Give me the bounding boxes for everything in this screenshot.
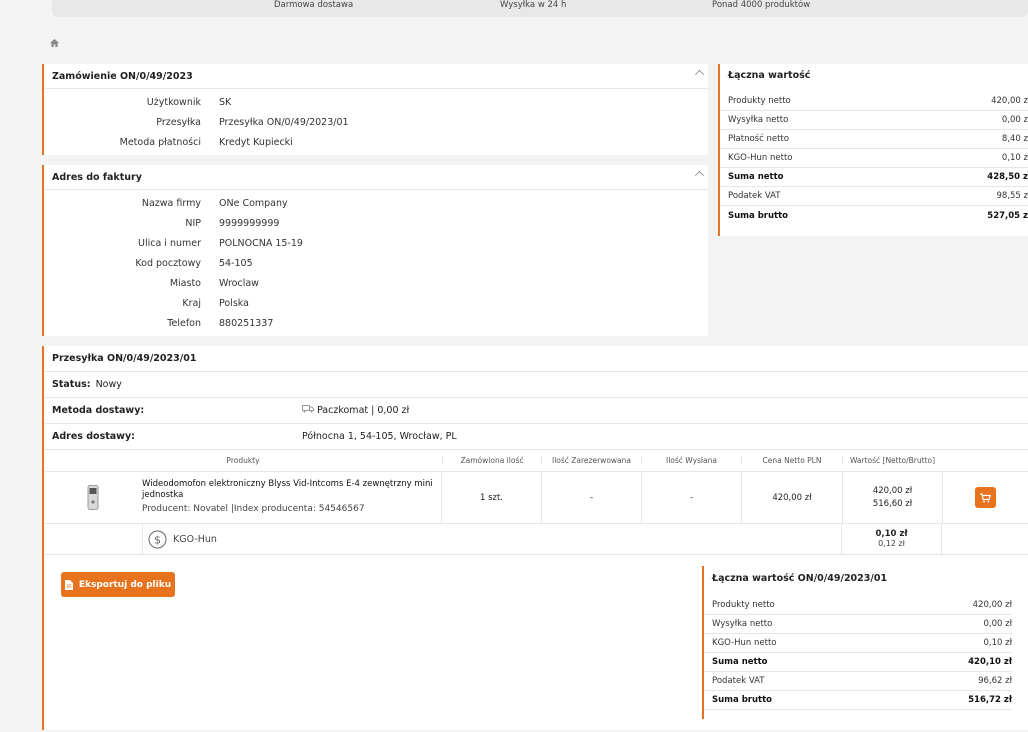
shipment-total-row-net-sum: Suma netto 420,10 zł xyxy=(704,653,1012,672)
fee-name: KGO-Hun xyxy=(173,533,217,545)
total-row: Produkty netto 420,00 z xyxy=(720,92,1028,111)
shipment-method-row: Metoda dostawy: Paczkomat | 0,00 zł xyxy=(44,398,1028,424)
product-reserved: - xyxy=(541,472,641,523)
invoice-row-country: Kraj Polska xyxy=(182,297,249,309)
export-to-file-button[interactable]: Eksportuj do pliku xyxy=(61,572,175,597)
fee-gross-value: 0,12 zł xyxy=(878,539,905,548)
col-shipped: Ilość Wysłana xyxy=(641,456,741,465)
export-label: Eksportuj do pliku xyxy=(78,579,172,590)
topbar-shipping-24h: Wysyłka w 24 h xyxy=(500,0,567,10)
col-price: Cena Netto PLN xyxy=(741,456,842,465)
chevron-up-icon[interactable] xyxy=(695,171,704,180)
invoice-row-phone: Telefon 880251337 xyxy=(167,317,274,329)
total-row: KGO-Hun netto 0,10 z xyxy=(720,149,1028,168)
svg-text:$: $ xyxy=(154,533,161,546)
invoice-panel: Adres do faktury Nazwa firmy ONe Company … xyxy=(42,165,708,336)
dollar-coin-icon: $ xyxy=(148,530,167,549)
shipment-total-row: Wysyłka netto 0,00 zł xyxy=(704,615,1012,634)
total-panel: Łączna wartość Produkty netto 420,00 z Wy… xyxy=(718,64,1028,236)
top-info-bar: Darmowa dostawa Wysyłka w 24 h Ponad 400… xyxy=(52,0,1028,17)
total-row: Wysyłka netto 0,00 z xyxy=(720,111,1028,130)
invoice-panel-header[interactable]: Adres do faktury xyxy=(44,165,708,190)
file-icon xyxy=(64,579,73,590)
order-title: Zamówienie ON/0/49/2023 xyxy=(52,70,193,82)
product-image[interactable] xyxy=(44,472,142,523)
status-value: Nowy xyxy=(95,379,122,390)
shipment-title: Przesyłka ON/0/49/2023/01 xyxy=(44,346,1028,372)
order-row-payment: Metoda płatności Kredyt Kupiecki xyxy=(119,136,293,148)
order-panel: Zamówienie ON/0/49/2023 Użytkownik SK Prz… xyxy=(42,64,708,155)
topbar-free-shipping: Darmowa dostawa xyxy=(274,0,354,10)
col-reserved: Ilość Zarezerwowana xyxy=(541,456,641,465)
order-row-shipment: Przesyłka Przesyłka ON/0/49/2023/01 xyxy=(156,116,349,128)
invoice-row-street: Ulica i numer POLNOCNA 15-19 xyxy=(137,237,303,249)
order-row-user: Użytkownik SK xyxy=(146,96,232,108)
total-row: Płatność netto 8,40 z xyxy=(720,130,1028,149)
product-price: 420,00 zł xyxy=(741,472,842,523)
shipment-total-row: Podatek VAT 96,62 zł xyxy=(704,672,1012,691)
order-panel-header[interactable]: Zamówienie ON/0/49/2023 xyxy=(44,64,708,89)
method-value: Paczkomat | 0,00 zł xyxy=(317,405,410,416)
invoice-title: Adres do faktury xyxy=(52,171,142,183)
col-ordered: Zamówiona ilość xyxy=(442,456,541,465)
cart-icon xyxy=(980,492,991,502)
product-name[interactable]: Wideodomofon elektroniczny Blyss Vid-Int… xyxy=(142,479,441,501)
method-label: Metoda dostawy: xyxy=(52,405,145,416)
invoice-row-nip: NIP 9999999999 xyxy=(185,217,280,229)
product-qty: 1 szt. xyxy=(479,492,504,503)
invoice-row-company: Nazwa firmy ONe Company xyxy=(141,197,288,209)
shipment-status-row: Status: Nowy xyxy=(44,372,1028,398)
fee-net-value: 0,10 zł xyxy=(875,529,908,539)
topbar-products-count: Ponad 4000 produktów xyxy=(712,0,811,10)
shipment-total-row: KGO-Hun netto 0,10 zł xyxy=(704,634,1012,653)
col-value: Wartość [Netto/Brutto] xyxy=(842,456,942,465)
address-value: Północna 1, 54-105, Wrocław, PL xyxy=(302,431,457,442)
home-icon[interactable] xyxy=(50,39,59,50)
add-to-cart-button[interactable] xyxy=(975,487,996,508)
product-net-value: 420,00 zł xyxy=(872,485,913,496)
total-title: Łączna wartość xyxy=(728,69,811,81)
invoice-row-postcode: Kod pocztowy 54-105 xyxy=(135,257,253,269)
invoice-row-city: Miasto Wroclaw xyxy=(169,277,259,289)
address-label: Adres dostawy: xyxy=(52,431,135,442)
col-products: Produkty xyxy=(226,456,260,465)
product-meta: Producent: Novatel |Index producenta: 54… xyxy=(142,504,365,514)
shipment-total-row: Produkty netto 420,00 zł xyxy=(704,596,1012,615)
total-row-net-sum: Suma netto 428,50 z xyxy=(720,168,1028,187)
status-label: Status: xyxy=(52,379,91,390)
table-row: Wideodomofon elektroniczny Blyss Vid-Int… xyxy=(44,472,1028,524)
total-row: Podatek VAT 98,55 z xyxy=(720,187,1028,206)
shipment-total-row-gross-sum: Suma brutto 516,72 zł xyxy=(704,691,1012,710)
shipment-total-panel: Łączna wartość ON/0/49/2023/01 Produkty … xyxy=(702,566,1014,719)
shipment-address-row: Adres dostawy: Północna 1, 54-105, Wrocł… xyxy=(44,424,1028,450)
product-gross-value: 516,60 zł xyxy=(872,498,913,509)
product-shipped: - xyxy=(641,472,741,523)
shipment-total-title: Łączna wartość ON/0/49/2023/01 xyxy=(712,573,888,584)
total-row-gross-sum: Suma brutto 527,05 z xyxy=(728,210,1028,221)
table-row-fee: $ KGO-Hun 0,10 zł 0,12 zł xyxy=(44,524,1028,555)
products-table-header: Produkty Zamówiona ilość Ilość Zarezerwo… xyxy=(44,450,1028,472)
chevron-up-icon[interactable] xyxy=(695,70,704,79)
truck-icon xyxy=(302,405,314,416)
total-panel-header: Łączna wartość xyxy=(720,64,1028,86)
